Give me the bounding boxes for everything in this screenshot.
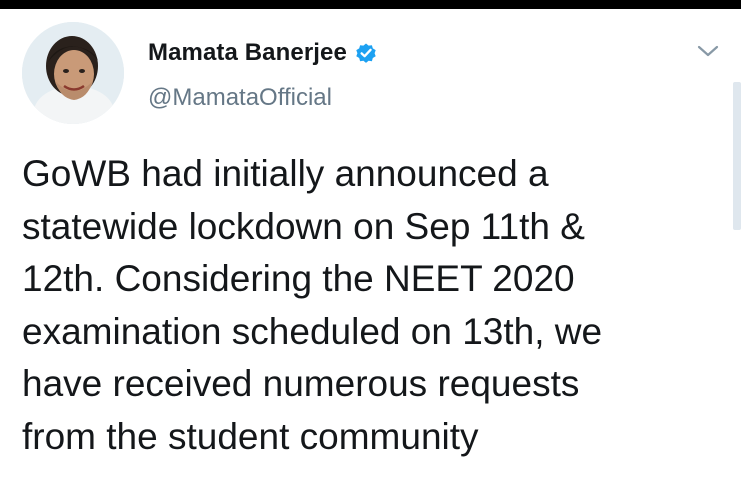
avatar[interactable] — [22, 22, 124, 124]
scrollbar[interactable] — [733, 82, 741, 230]
status-bar — [0, 0, 741, 9]
verified-badge-icon — [354, 41, 378, 65]
author-name-row[interactable]: Mamata Banerjee — [148, 36, 378, 70]
tweet-menu-button[interactable] — [693, 38, 723, 64]
tweet-text: GoWB had initially announced a statewide… — [22, 153, 603, 457]
author-handle[interactable]: @MamataOfficial — [148, 84, 332, 112]
author-display-name[interactable]: Mamata Banerjee — [148, 39, 347, 67]
profile-photo — [22, 22, 124, 124]
chevron-down-icon — [697, 45, 719, 57]
